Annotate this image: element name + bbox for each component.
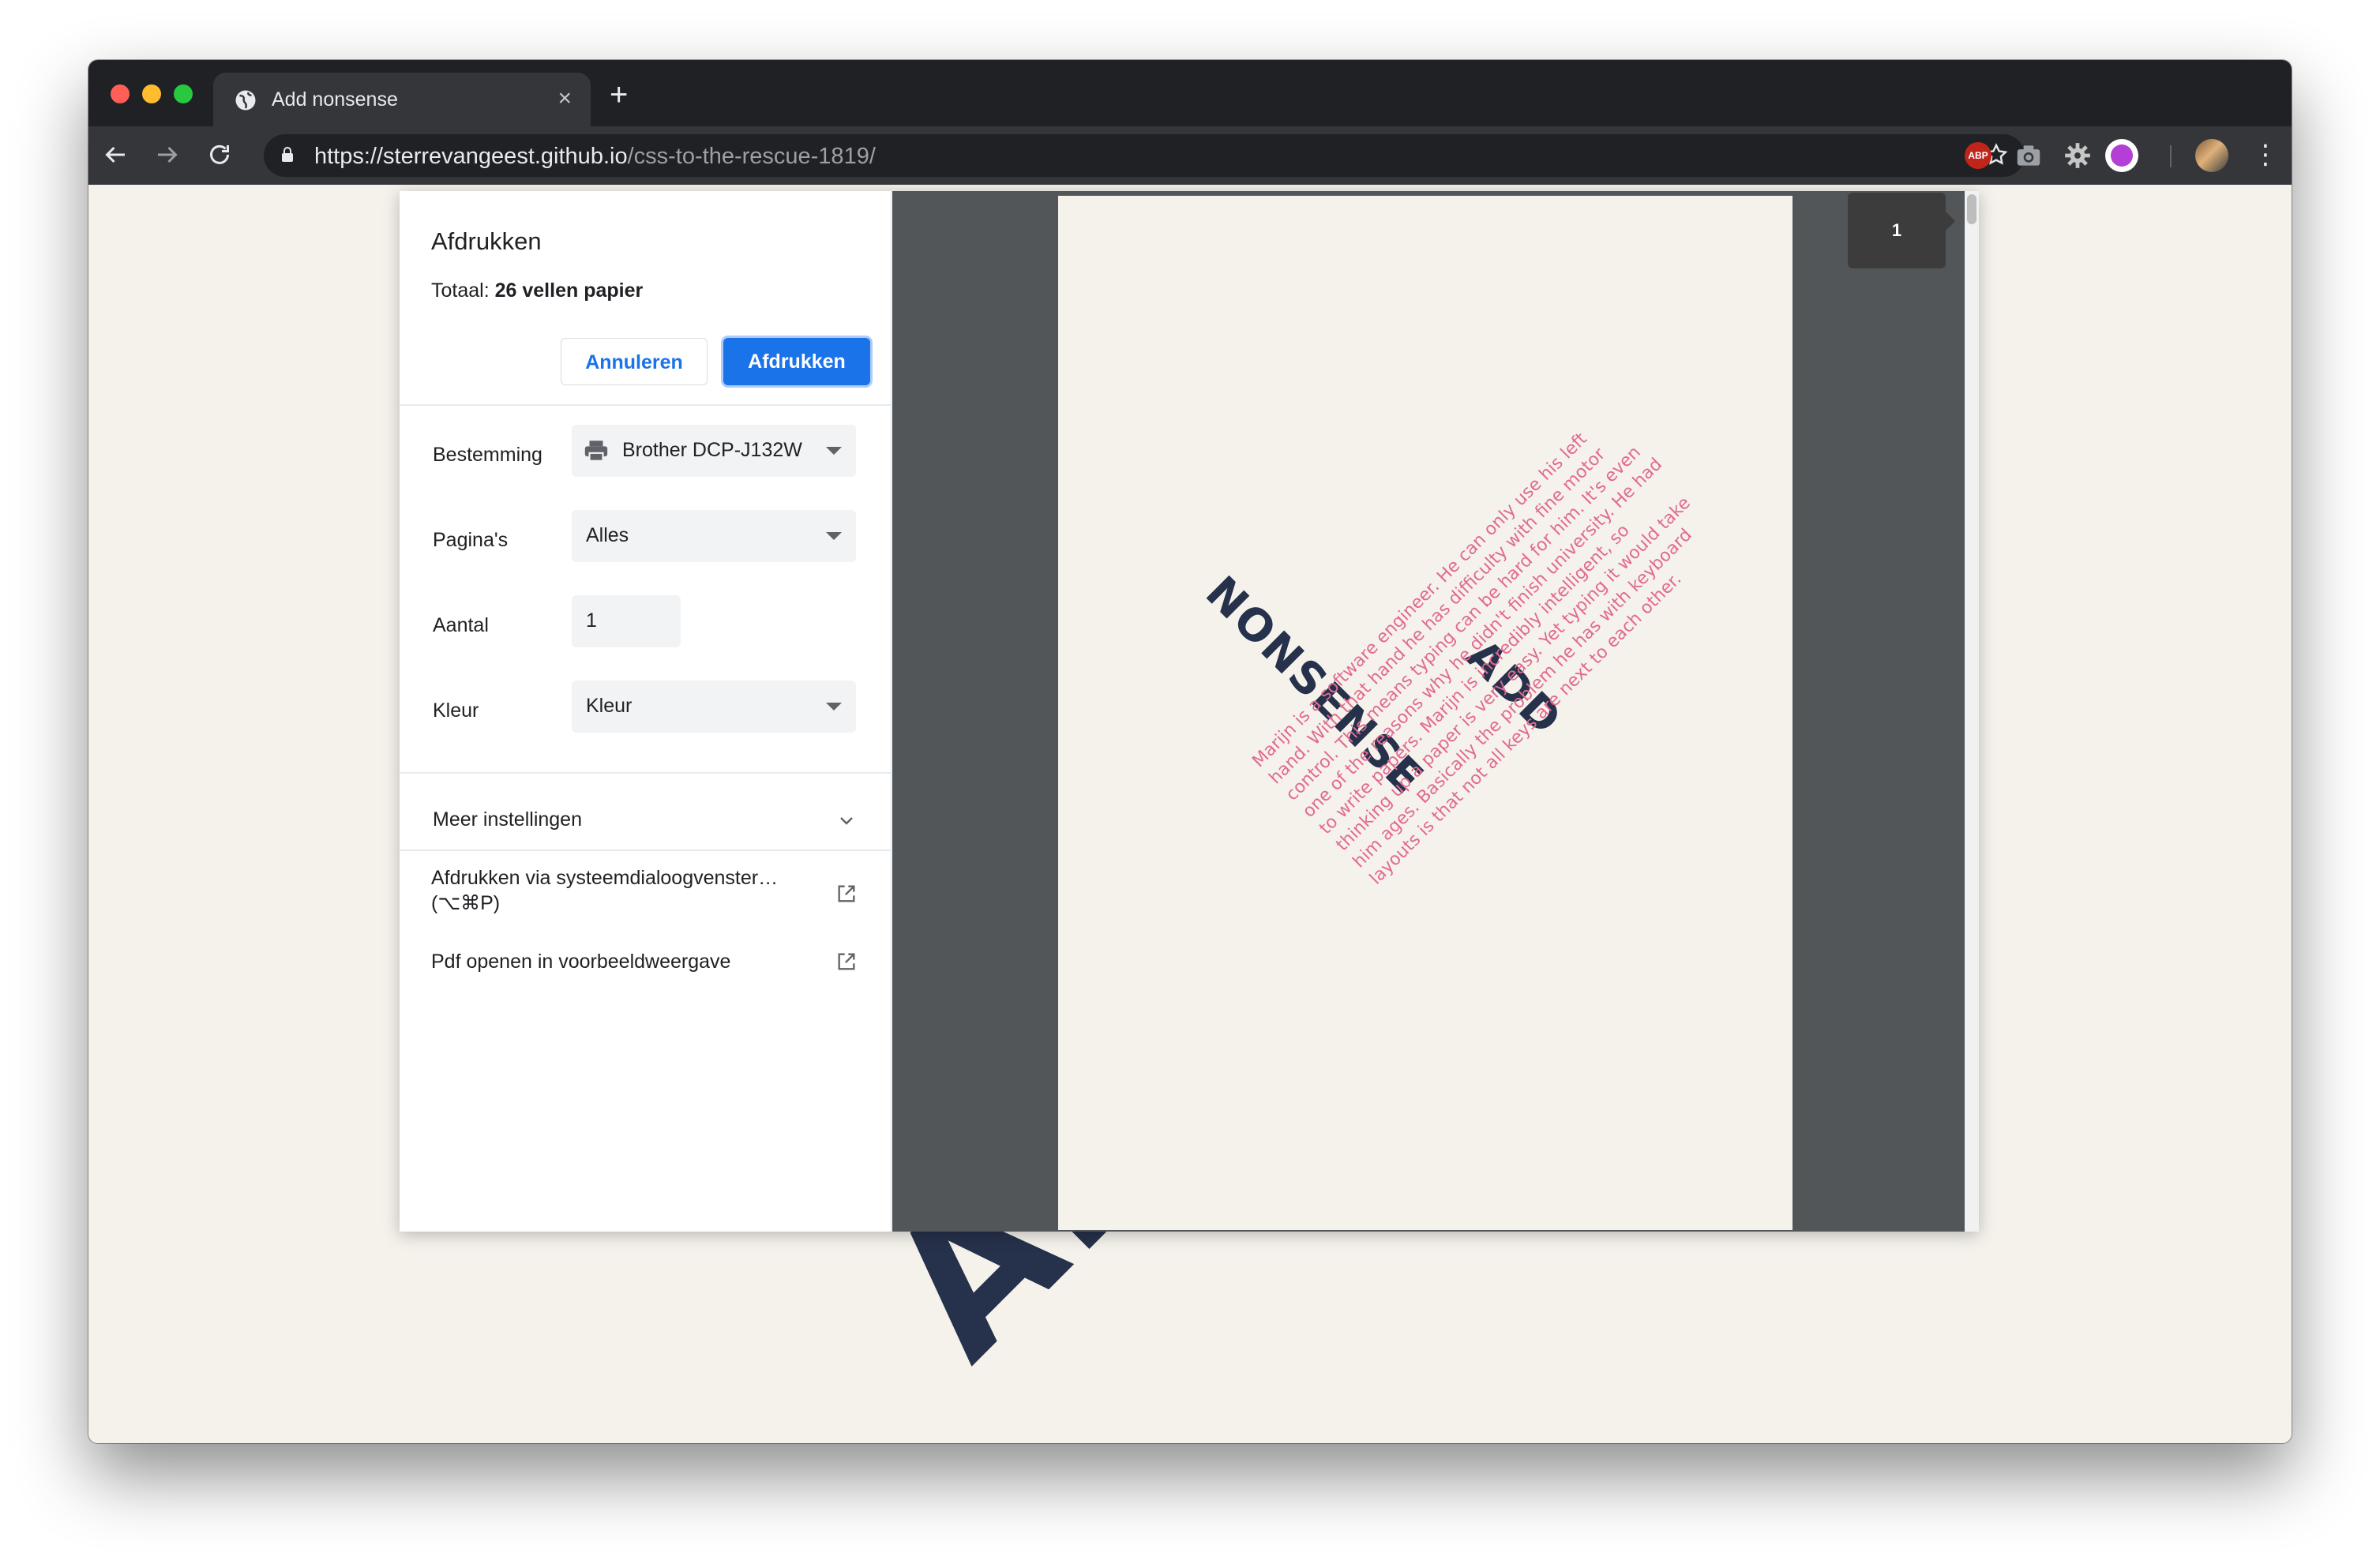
tab-close-icon[interactable]: × — [557, 87, 572, 111]
print-button[interactable]: Afdrukken — [723, 338, 870, 385]
more-settings-toggle[interactable]: Meer instellingen — [433, 808, 582, 831]
destination-select[interactable]: Brother DCP-J132W — [572, 425, 856, 477]
back-icon[interactable] — [101, 141, 130, 169]
divider — [400, 404, 891, 406]
chevron-down-icon — [826, 532, 842, 540]
forward-icon[interactable] — [153, 141, 182, 169]
chevron-down-icon — [826, 447, 842, 455]
print-settings-panel: Afdrukken Totaal: 26 vellen papier Annul… — [400, 191, 892, 1232]
url-text[interactable]: https://sterrevangeest.github.io/css-to-… — [314, 144, 876, 170]
print-dialog-title: Afdrukken — [431, 227, 542, 255]
tab-title: Add nonsense — [272, 88, 398, 111]
preview-body-text: Marijn is a software engineer. He can on… — [1248, 429, 1696, 889]
close-window-button[interactable] — [111, 84, 130, 103]
printer-icon — [584, 441, 608, 462]
title-bar: Add nonsense × + — [88, 60, 2292, 126]
pages-select[interactable]: Alles — [572, 510, 856, 562]
preview-page: NONSENSE ADD Marijn is a software engine… — [1058, 196, 1793, 1230]
print-dialog: Afdrukken Totaal: 26 vellen papier Annul… — [400, 191, 1979, 1232]
lock-icon[interactable] — [281, 147, 294, 163]
camera-icon[interactable] — [2014, 141, 2044, 171]
color-label: Kleur — [433, 699, 479, 722]
destination-label: Bestemming — [433, 444, 542, 466]
page-content: ADD Afdrukken Totaal: 26 vellen papier A… — [88, 185, 2292, 1443]
adblock-icon[interactable]: ABP — [1965, 142, 1991, 169]
open-external-icon[interactable] — [835, 883, 858, 905]
page-number-badge: 1 — [1848, 193, 1955, 268]
open-external-icon[interactable] — [835, 951, 858, 973]
preview-scrollbar[interactable] — [1965, 191, 1979, 1232]
open-pdf-link[interactable]: Pdf openen in voorbeeldweergave — [431, 949, 730, 974]
tab-add-nonsense[interactable]: Add nonsense × — [213, 73, 591, 126]
color-select[interactable]: Kleur — [572, 681, 856, 733]
profile-avatar[interactable] — [2195, 139, 2228, 172]
scrollbar-thumb[interactable] — [1967, 194, 1976, 224]
new-tab-button[interactable]: + — [610, 79, 628, 111]
pages-label: Pagina's — [433, 529, 509, 551]
cancel-button[interactable]: Annuleren — [561, 338, 708, 385]
divider — [400, 772, 891, 774]
system-dialog-link[interactable]: Afdrukken via systeemdialoogvenster… (⌥⌘… — [431, 865, 778, 916]
copies-label: Aantal — [433, 614, 489, 636]
reload-icon[interactable] — [205, 141, 234, 169]
print-preview: NONSENSE ADD Marijn is a software engine… — [892, 191, 1979, 1232]
divider — [400, 849, 891, 851]
menu-icon[interactable]: ⋮ — [2252, 137, 2279, 172]
maximize-window-button[interactable] — [174, 84, 193, 103]
toolbar-divider — [2170, 145, 2172, 167]
toolbar: https://sterrevangeest.github.io/css-to-… — [88, 126, 2292, 185]
copies-input[interactable]: 1 — [572, 595, 681, 647]
address-bar[interactable]: https://sterrevangeest.github.io/css-to-… — [264, 134, 2025, 177]
sheet-total: Totaal: 26 vellen papier — [431, 279, 644, 302]
browser-window: Add nonsense × + https://sterrevangeest.… — [88, 60, 2292, 1443]
extension-icon[interactable] — [2105, 139, 2138, 172]
expand-chevron-icon[interactable] — [837, 812, 856, 831]
gear-icon[interactable] — [2063, 141, 2093, 171]
chevron-down-icon — [826, 703, 842, 711]
minimize-window-button[interactable] — [142, 84, 161, 103]
globe-icon — [235, 90, 256, 111]
